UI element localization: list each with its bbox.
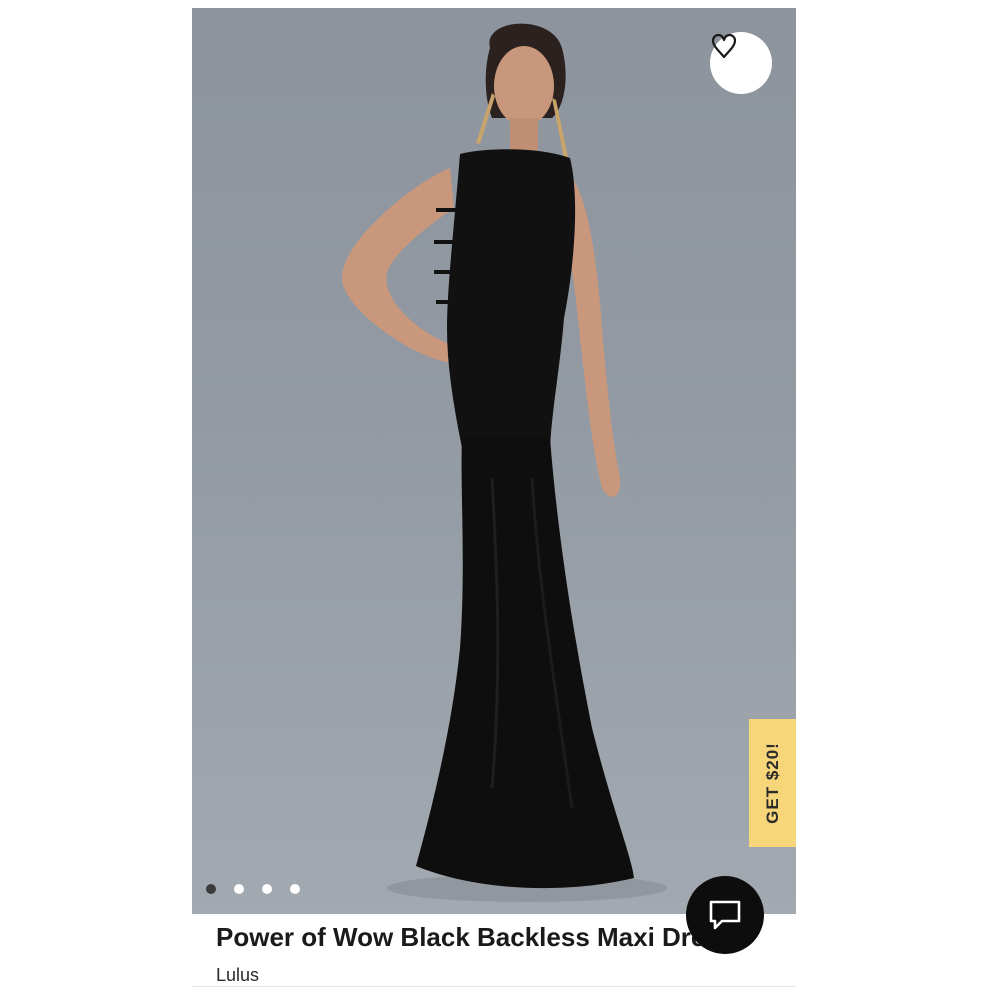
product-photo[interactable]: GET $20! [192,8,796,914]
carousel-dot[interactable] [234,884,244,894]
heart-icon [711,33,737,59]
carousel-dot[interactable] [290,884,300,894]
carousel-dot[interactable] [206,884,216,894]
model-illustration [342,23,667,902]
carousel-dot[interactable] [262,884,272,894]
product-card[interactable]: GET $20! Power of Wow Black Backless Max… [192,8,796,988]
chat-bubble-icon [709,900,741,930]
promo-tab[interactable]: GET $20! [749,719,796,847]
product-brand[interactable]: Lulus [216,965,259,986]
chat-button[interactable] [686,876,764,954]
favorite-button[interactable] [710,32,772,94]
divider [192,986,796,987]
promo-label: GET $20! [762,742,782,824]
carousel-dots [206,884,300,894]
